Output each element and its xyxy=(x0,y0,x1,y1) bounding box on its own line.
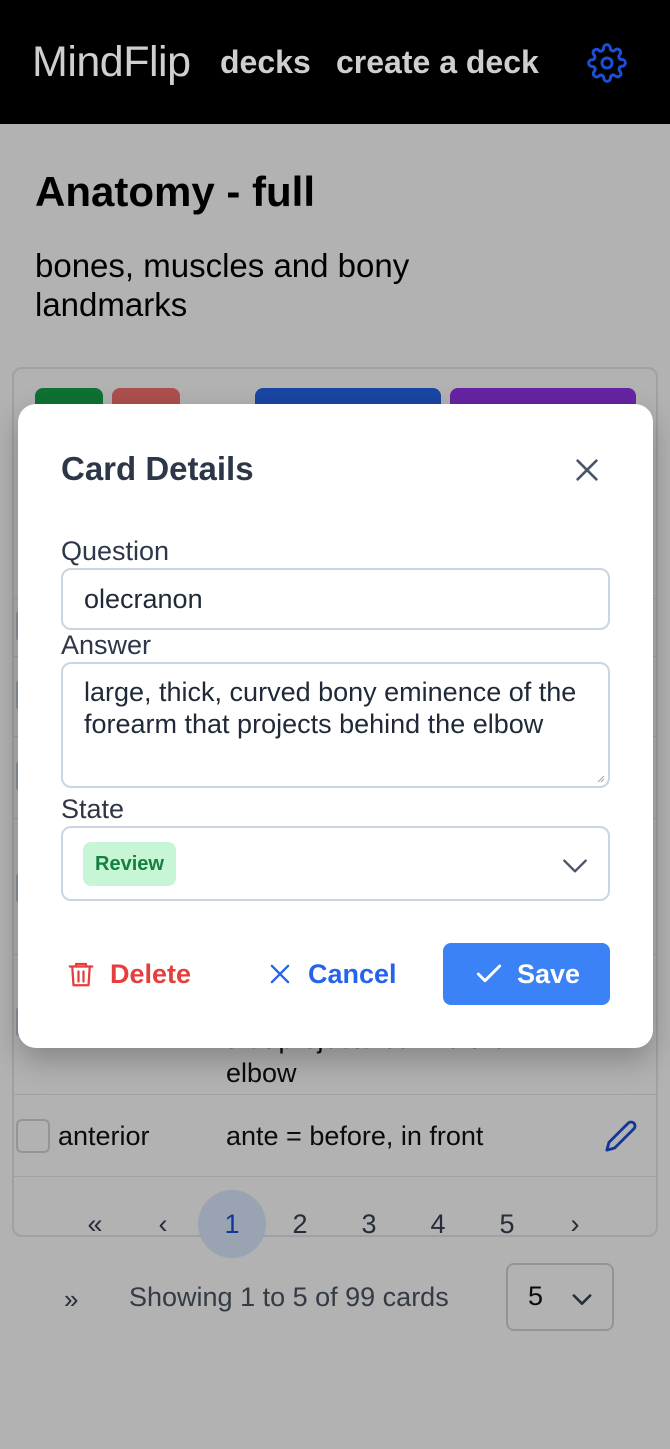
chevron-down-icon xyxy=(563,859,587,873)
state-label: State xyxy=(61,794,125,824)
state-select[interactable]: Review xyxy=(61,826,610,901)
question-value: olecranon xyxy=(84,584,203,614)
brand-mind: Mind xyxy=(32,38,124,86)
modal-title: Card Details xyxy=(61,450,254,487)
question-field[interactable]: olecranon xyxy=(61,568,610,630)
answer-label: Answer xyxy=(61,630,152,660)
delete-label: Delete xyxy=(110,958,192,989)
gear-icon[interactable] xyxy=(587,43,627,83)
delete-button[interactable]: Delete xyxy=(66,944,191,1004)
check-icon xyxy=(476,964,502,983)
top-nav: MindFlip decks create a deck xyxy=(0,0,670,124)
cancel-label: Cancel xyxy=(308,958,397,989)
nav-decks-link[interactable]: decks xyxy=(220,44,311,81)
state-badge: Review xyxy=(83,842,176,886)
close-icon xyxy=(270,964,290,984)
card-details-modal: Card Details Question olecranon Answer l… xyxy=(18,404,653,1048)
cancel-button[interactable]: Cancel xyxy=(266,944,397,1004)
trash-icon xyxy=(68,962,94,987)
answer-value: large, thick, curved bony eminence of th… xyxy=(84,677,577,739)
save-label: Save xyxy=(516,958,581,989)
question-label: Question xyxy=(61,536,170,566)
save-button[interactable]: Save xyxy=(443,943,610,1005)
close-icon[interactable] xyxy=(571,454,603,486)
brand-logo[interactable]: MindFlip xyxy=(32,38,191,87)
brand-flip: Flip xyxy=(123,38,191,86)
answer-field[interactable]: large, thick, curved bony eminence of th… xyxy=(61,662,610,788)
resize-handle-icon[interactable] xyxy=(597,775,605,783)
nav-create-deck-link[interactable]: create a deck xyxy=(336,44,539,81)
